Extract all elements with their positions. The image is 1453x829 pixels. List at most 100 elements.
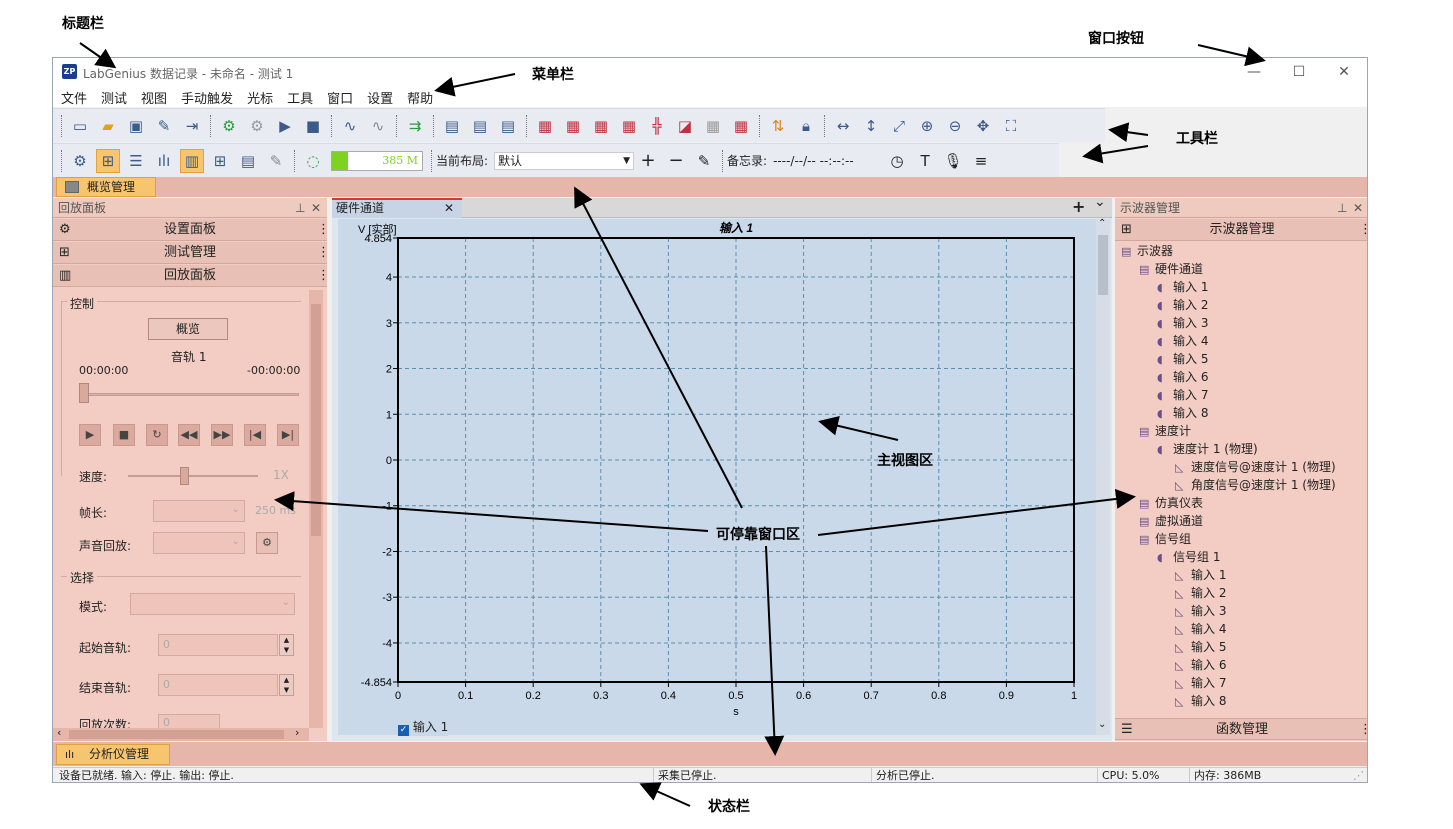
waveform-chart[interactable]: 0 0.1 0.2 0.3 0.4 0.5 0.6 0.7 0.8 0.9 14.85443210-… xyxy=(338,219,1096,735)
more-icon[interactable]: ⋮ xyxy=(317,265,330,287)
tree-node[interactable]: ◖ 输入 5 xyxy=(1157,350,1208,368)
rewind-button-icon[interactable]: ◀◀ xyxy=(178,424,200,446)
pin-icon[interactable]: ⊥ xyxy=(295,198,305,218)
grid-view-icon[interactable]: ⊞ xyxy=(208,149,232,173)
analyzer-tab[interactable]: ılı 分析仪管理 xyxy=(56,744,170,765)
pin-icon[interactable]: ⊥ xyxy=(1337,198,1347,218)
tree-node[interactable]: ◖ 输入 4 xyxy=(1157,332,1208,350)
position-slider-thumb[interactable] xyxy=(79,383,89,403)
tree-node[interactable]: ◺ 输入 2 xyxy=(1175,584,1226,602)
tree-node[interactable]: ▤ 仿真仪表 xyxy=(1139,494,1203,512)
tree-node[interactable]: ▤ 信号组 xyxy=(1139,530,1191,548)
tree-node[interactable]: ◺ 输入 4 xyxy=(1175,620,1226,638)
rename-layout-icon[interactable]: ✎ xyxy=(692,149,716,173)
audio-settings-gear-icon[interactable]: ⚙ xyxy=(256,532,278,554)
stop-button-icon[interactable]: ■ xyxy=(113,424,135,446)
grid-diagonal-icon[interactable]: ◪ xyxy=(673,114,697,138)
section-test-management[interactable]: ⊞ 测试管理 ⋮ xyxy=(53,242,330,264)
expand-diagonal-icon[interactable]: ⤢ xyxy=(887,114,911,138)
grid-cross-icon[interactable]: ╬ xyxy=(645,114,669,138)
overview-tab[interactable]: 概览管理 xyxy=(56,177,156,197)
tree-node[interactable]: ◺ 速度信号@速度计 1 (物理) xyxy=(1175,458,1336,476)
tree-node[interactable]: ◖ 输入 3 xyxy=(1157,314,1208,332)
fullscreen-icon[interactable]: ⛶ xyxy=(999,114,1023,138)
tab-hardware-channel[interactable]: 硬件通道 ✕ xyxy=(332,198,462,218)
tab-close-icon[interactable]: ✕ xyxy=(444,200,454,217)
settings-gear-icon[interactable]: ⚙ xyxy=(68,149,92,173)
grid-chart-3-icon[interactable]: ▦ xyxy=(589,114,613,138)
tree-node[interactable]: ▤ 虚拟通道 xyxy=(1139,512,1203,530)
more-icon[interactable]: ⋮ xyxy=(1359,719,1367,741)
end-track-input[interactable]: 0 xyxy=(158,674,278,696)
grid-disabled-icon[interactable]: ▦ xyxy=(701,114,725,138)
horizontal-scrollbar-thumb[interactable] xyxy=(69,730,284,739)
scroll-down-icon[interactable]: ⌄ xyxy=(1098,719,1106,730)
close-button[interactable]: ✕ xyxy=(1321,58,1367,86)
mode-select[interactable]: ⌄ xyxy=(130,593,295,615)
tree-node[interactable]: ▤ 硬件通道 xyxy=(1139,260,1203,278)
menu-manual-trigger[interactable]: 手动触发 xyxy=(173,86,239,107)
layout-1-icon[interactable]: ▤ xyxy=(440,114,464,138)
pan-icon[interactable]: ✥ xyxy=(971,114,995,138)
tree-node[interactable]: ▤ 示波器 xyxy=(1121,242,1173,260)
fit-height-icon[interactable]: ↕ xyxy=(859,114,883,138)
menu-help[interactable]: 帮助 xyxy=(399,86,439,107)
swap-icon[interactable]: ⇅ xyxy=(766,114,790,138)
menu-tools[interactable]: 工具 xyxy=(279,86,319,107)
open-folder-icon[interactable]: ▰ xyxy=(96,114,120,138)
grid-chart-5-icon[interactable]: ▦ xyxy=(729,114,753,138)
resize-grip-icon[interactable]: ⋰ xyxy=(1353,768,1364,782)
play-icon[interactable]: ▶ xyxy=(273,114,297,138)
tree-node[interactable]: ◖ 输入 1 xyxy=(1157,278,1208,296)
chart-legend[interactable]: ✓ 输入 1 xyxy=(398,718,449,736)
add-layout-icon[interactable]: + xyxy=(636,149,660,173)
section-settings-panel[interactable]: ⚙ 设置面板 ⋮ xyxy=(53,219,330,241)
section-oscilloscope-management[interactable]: ⊞ 示波器管理 ⋮ xyxy=(1115,219,1367,241)
exit-icon[interactable]: ⇥ xyxy=(180,114,204,138)
tree-node[interactable]: ◖ 速度计 1 (物理) xyxy=(1157,440,1258,458)
waveform-icon[interactable]: ∿ xyxy=(338,114,362,138)
vertical-scrollbar[interactable] xyxy=(309,290,323,728)
microphone-icon[interactable]: 🎙︎ xyxy=(941,149,965,173)
pencil-icon[interactable]: ✎ xyxy=(264,149,288,173)
tree-node[interactable]: ◺ 输入 7 xyxy=(1175,674,1226,692)
tree-node[interactable]: ▤ 速度计 xyxy=(1139,422,1191,440)
legend-checkbox-icon[interactable]: ✓ xyxy=(398,725,409,736)
menu-file[interactable]: 文件 xyxy=(53,86,93,107)
grid-chart-4-icon[interactable]: ▦ xyxy=(617,114,641,138)
menu-window[interactable]: 窗口 xyxy=(319,86,359,107)
speed-slider[interactable] xyxy=(128,475,258,477)
more-icon[interactable]: ⋮ xyxy=(1359,219,1367,241)
tree-node[interactable]: ◺ 输入 1 xyxy=(1175,566,1226,584)
chart-scrollbar-thumb[interactable] xyxy=(1098,235,1108,295)
layout-2-icon[interactable]: ▤ xyxy=(468,114,492,138)
add-tab-icon[interactable]: + xyxy=(1072,197,1085,216)
run-icon[interactable]: ⚙ xyxy=(217,114,241,138)
zoom-in-icon[interactable]: ⊕ xyxy=(915,114,939,138)
tree-node[interactable]: ◖ 输入 2 xyxy=(1157,296,1208,314)
end-track-stepper[interactable]: ▲ ▼ xyxy=(279,674,294,696)
zoom-out-icon[interactable]: ⊖ xyxy=(943,114,967,138)
stop-icon[interactable]: ■ xyxy=(301,114,325,138)
tree-node[interactable]: ◖ 输入 7 xyxy=(1157,386,1208,404)
grid-chart-2-icon[interactable]: ▦ xyxy=(561,114,585,138)
loop-button-icon[interactable]: ↻ xyxy=(146,424,168,446)
scrollbar-thumb[interactable] xyxy=(311,304,321,536)
start-track-stepper[interactable]: ▲ ▼ xyxy=(279,634,294,656)
tree-node[interactable]: ◺ 输入 5 xyxy=(1175,638,1226,656)
arrow-right-icon[interactable]: ⇉ xyxy=(403,114,427,138)
tree-node[interactable]: ◖ 输入 8 xyxy=(1157,404,1208,422)
menu-view[interactable]: 视图 xyxy=(133,86,173,107)
minimize-button[interactable]: — xyxy=(1231,58,1277,86)
skip-back-button-icon[interactable]: |◀ xyxy=(244,424,266,446)
tab-list-chevron-icon[interactable]: ⌄ xyxy=(1094,194,1106,210)
panel-close-icon[interactable]: ✕ xyxy=(1353,198,1363,218)
chart-scrollbar[interactable]: ⌃ ⌄ xyxy=(1096,218,1110,735)
tree-node[interactable]: ◖ 信号组 1 xyxy=(1157,548,1220,566)
horizontal-scrollbar[interactable]: ‹ › xyxy=(53,726,309,741)
waveform-marker-icon[interactable]: ∿ xyxy=(366,114,390,138)
fit-width-icon[interactable]: ↔ xyxy=(831,114,855,138)
audio-device-select[interactable]: ⌄ xyxy=(153,532,245,554)
text-icon[interactable]: T xyxy=(913,149,937,173)
play-button-icon[interactable]: ▶ xyxy=(79,424,101,446)
